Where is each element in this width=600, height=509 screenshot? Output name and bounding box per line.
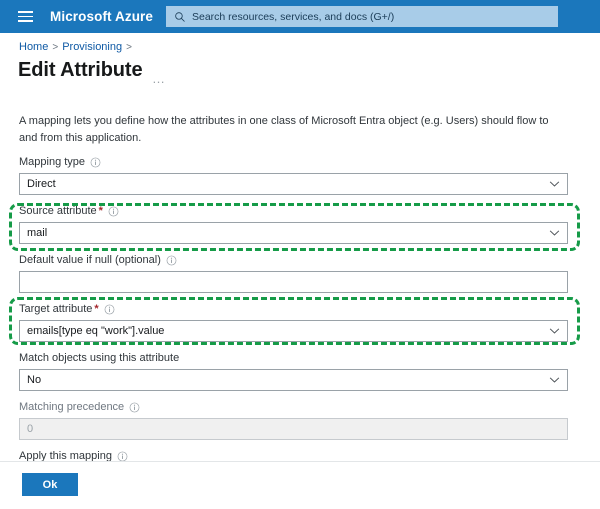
dropdown-target-attribute[interactable]: emails[type eq "work"].value — [19, 320, 568, 342]
search-icon — [175, 11, 185, 22]
field-mapping-type: Mapping type Direct — [19, 155, 568, 195]
info-icon[interactable] — [166, 255, 177, 266]
info-icon[interactable] — [129, 402, 140, 413]
chevron-down-icon[interactable] — [549, 181, 560, 188]
dropdown-match-objects-using-this-attribute[interactable]: No — [19, 369, 568, 391]
input-matching-precedence: 0 — [19, 418, 568, 440]
breadcrumb-separator-icon: > — [52, 41, 59, 53]
label-text: Matching precedence — [19, 401, 125, 413]
info-icon[interactable] — [90, 157, 101, 168]
label-text: Default value if null (optional) — [19, 254, 161, 266]
page-description: A mapping lets you define how the attrib… — [19, 115, 549, 144]
label-text: Source attribute — [19, 205, 97, 217]
field-value: mail — [27, 227, 48, 239]
label-text: Mapping type — [19, 156, 86, 168]
breadcrumb-separator-icon: > — [126, 41, 132, 53]
label-text: Target attribute — [19, 303, 93, 315]
info-icon[interactable] — [108, 206, 119, 217]
hamburger-menu-icon[interactable] — [8, 0, 42, 33]
breadcrumb: Home > Provisioning > — [19, 41, 132, 53]
breadcrumb-item-home[interactable]: Home — [19, 41, 48, 53]
field-target-attribute: Target attribute * emails[type eq "work"].… — [19, 302, 568, 342]
field-label-matching-precedence: Matching precedence — [19, 400, 568, 414]
field-source-attribute: Source attribute * mail — [19, 204, 568, 244]
chevron-down-icon[interactable] — [549, 230, 560, 237]
field-label-match-objects-using-this-attribute: Match objects using this attribute — [19, 351, 568, 365]
field-label-default-value-if-null-optional: Default value if null (optional) — [19, 253, 568, 267]
more-options-icon[interactable]: … — [152, 72, 167, 85]
azure-top-navigation-bar: Microsoft Azure Search resources, servic… — [0, 0, 600, 33]
field-label-mapping-type: Mapping type — [19, 155, 568, 169]
field-value: No — [27, 374, 42, 386]
chevron-down-icon[interactable] — [549, 328, 560, 335]
field-matching-precedence: Matching precedence 0 — [19, 400, 568, 440]
info-icon[interactable] — [117, 451, 128, 462]
global-search-box[interactable]: Search resources, services, and docs (G+… — [166, 6, 558, 27]
page-title: Edit Attribute — [18, 59, 143, 81]
field-label-source-attribute: Source attribute * — [19, 204, 568, 218]
azure-brand-label[interactable]: Microsoft Azure — [50, 9, 153, 24]
field-label-target-attribute: Target attribute * — [19, 302, 568, 316]
info-icon[interactable] — [104, 304, 115, 315]
required-asterisk: * — [98, 205, 103, 217]
label-text: Match objects using this attribute — [19, 352, 180, 364]
chevron-down-icon[interactable] — [549, 377, 560, 384]
field-value: emails[type eq "work"].value — [27, 325, 165, 337]
input-default-value-if-null-optional[interactable] — [19, 271, 568, 293]
required-asterisk: * — [94, 303, 99, 315]
search-input-placeholder[interactable]: Search resources, services, and docs (G+… — [192, 11, 394, 23]
dropdown-source-attribute[interactable]: mail — [19, 222, 568, 244]
breadcrumb-item-provisioning[interactable]: Provisioning — [62, 41, 122, 53]
field-default-value-if-null-optional: Default value if null (optional) — [19, 253, 568, 293]
dropdown-mapping-type[interactable]: Direct — [19, 173, 568, 195]
ok-button[interactable]: Ok — [22, 473, 78, 496]
field-value: 0 — [27, 423, 34, 435]
field-match-objects-using-this-attribute: Match objects using this attribute No — [19, 351, 568, 391]
footer-divider — [0, 461, 600, 462]
edit-attribute-form: Mapping type Direct Source attribute * mail D… — [19, 155, 568, 472]
field-value: Direct — [27, 178, 56, 190]
